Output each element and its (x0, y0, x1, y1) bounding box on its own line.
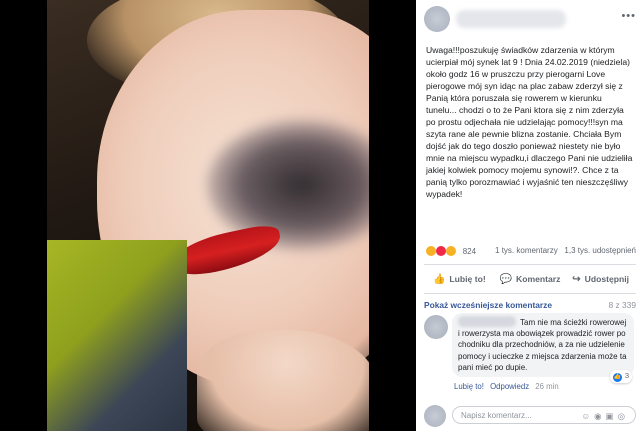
show-previous-comments: Pokaż wcześniejsze komentarze 8 z 339 (424, 300, 636, 310)
comment-like-badge[interactable]: 👍 3 (609, 370, 632, 383)
comment-text: Tam nie ma ścieżki rowerowej i rowerzyst… (458, 318, 627, 372)
like-badge-icon: 👍 (612, 373, 622, 382)
show-previous-link[interactable]: Pokaż wcześniejsze komentarze (424, 300, 552, 310)
post-photo[interactable] (47, 0, 369, 431)
comment-time[interactable]: 26 min (535, 382, 558, 391)
write-comment-row: Napisz komentarz... ☺◉▣◎ (424, 404, 636, 428)
author-avatar[interactable] (424, 6, 450, 32)
post-header: ••• (424, 6, 636, 34)
speech-bubble-icon: 💬 (499, 273, 513, 285)
shares-count[interactable]: 1,3 tys. udostępnień (564, 246, 636, 255)
gif-icon[interactable]: ▣ (606, 411, 618, 421)
photo-viewer (0, 0, 416, 431)
share-arrow-icon: ↪ (572, 273, 581, 285)
comment-like-link[interactable]: Lubię to! (454, 382, 484, 391)
post-sidebar: ••• Uwaga!!!poszukuję świadków zdarzenia… (416, 0, 644, 431)
comment-input-placeholder: Napisz komentarz... (461, 411, 532, 420)
photo-jacket (47, 240, 187, 431)
comment-actions: Lubię to! Odpowiedz 26 min (454, 382, 563, 391)
emoji-icon[interactable]: ☺ (581, 411, 594, 421)
input-icons: ☺◉▣◎ (581, 407, 629, 425)
comment-bubble: Tam nie ma ścieżki rowerowej i rowerzyst… (452, 313, 634, 383)
author-name-blurred[interactable] (456, 10, 566, 28)
reaction-sad-icon[interactable] (426, 246, 436, 256)
sticker-icon[interactable]: ◎ (618, 411, 629, 421)
share-label: Udostępnij (584, 274, 630, 284)
reaction-angry-icon[interactable] (436, 246, 447, 256)
photo-hand (197, 330, 369, 431)
like-label: Lubię to! (449, 274, 486, 284)
camera-icon[interactable]: ◉ (594, 411, 605, 421)
current-user-avatar (424, 405, 446, 427)
thumbs-up-icon: 👍 (432, 273, 446, 285)
post-action-bar: 👍 Lubię to! 💬 Komentarz ↪ Udostępnij (424, 264, 636, 294)
commenter-avatar[interactable] (424, 315, 448, 339)
comment-input[interactable]: Napisz komentarz... ☺◉▣◎ (452, 406, 636, 424)
post-stats: 1 tys. komentarzy 1,3 tys. udostępnień (495, 246, 636, 255)
comment-reply-link[interactable]: Odpowiedz (490, 382, 529, 391)
comment-label: Komentarz (516, 274, 561, 284)
like-button[interactable]: 👍 Lubię to! (424, 265, 495, 293)
post-text: Uwaga!!!poszukuję świadków zdarzenia w k… (426, 45, 635, 199)
comments-count[interactable]: 1 tys. komentarzy (495, 246, 558, 255)
reaction-wow-icon[interactable] (446, 246, 457, 256)
comments-pager: 8 z 339 (608, 300, 636, 310)
comment-button[interactable]: 💬 Komentarz (495, 265, 566, 293)
share-button[interactable]: ↪ Udostępnij (565, 265, 636, 293)
reaction-count[interactable]: 824 (463, 247, 476, 256)
reactions-row: 824 1 tys. komentarzy 1,3 tys. udostępni… (426, 246, 636, 260)
comment-like-count: 3 (624, 371, 629, 380)
more-options-icon[interactable]: ••• (621, 10, 636, 22)
